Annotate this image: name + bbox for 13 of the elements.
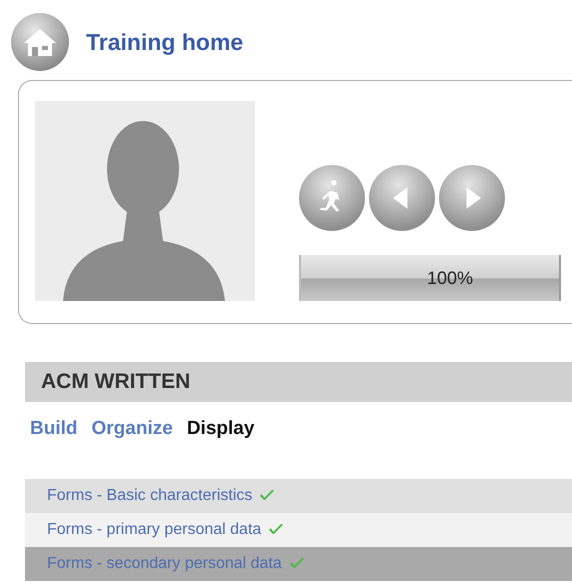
tab[interactable]: Organize bbox=[92, 418, 173, 462]
lesson-link[interactable]: Forms - secondary personal data bbox=[47, 555, 282, 573]
tab[interactable]: Build bbox=[30, 418, 78, 462]
lesson-link[interactable]: Forms - primary personal data bbox=[47, 521, 262, 539]
page-title[interactable]: Training home bbox=[86, 28, 244, 56]
progress-reading: 100% bbox=[426, 267, 474, 290]
lesson-row[interactable]: Forms - primary personal data bbox=[25, 513, 572, 547]
home-icon[interactable] bbox=[10, 12, 70, 72]
course-header: ACM WRITTEN bbox=[25, 362, 572, 402]
lesson-row[interactable]: Forms - Basic characteristics bbox=[25, 479, 572, 513]
lesson-row[interactable]: Forms - secondary personal data bbox=[25, 547, 572, 581]
tab[interactable]: Display bbox=[186, 418, 254, 462]
lesson-link[interactable]: Forms - Basic characteristics bbox=[47, 487, 252, 505]
